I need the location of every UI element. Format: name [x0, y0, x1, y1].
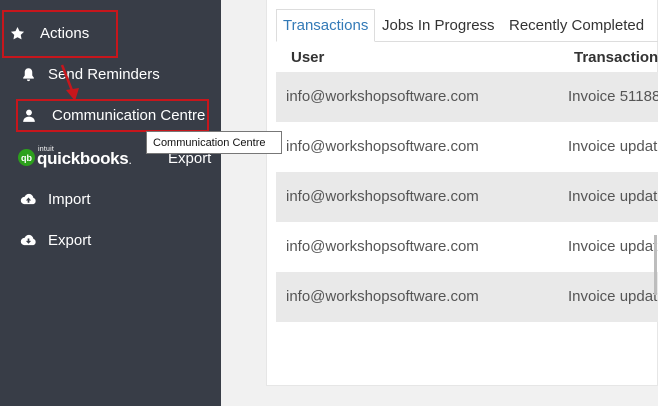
cell-user: info@workshopsoftware.com [286, 288, 479, 305]
cell-user: info@workshopsoftware.com [286, 238, 479, 255]
quickbooks-logo-icon: qb [18, 149, 35, 166]
cell-transaction: Invoice updat [568, 288, 658, 305]
cloud-download-icon [19, 231, 37, 249]
sidebar-item-label: Import [48, 190, 91, 208]
sidebar: Actions Send Reminders Communication Cen… [0, 0, 221, 406]
column-header-transaction[interactable]: Transaction [574, 49, 658, 66]
tab-transactions[interactable]: Transactions [276, 9, 376, 42]
table-row[interactable]: info@workshopsoftware.com Invoice updat [276, 272, 658, 322]
cloud-upload-icon [19, 190, 37, 208]
table-scrollbar[interactable] [654, 235, 657, 295]
column-header-user[interactable]: User [291, 49, 324, 66]
cell-user: info@workshopsoftware.com [286, 188, 479, 205]
tab-jobs-in-progress[interactable]: Jobs In Progress [382, 9, 495, 42]
cell-transaction: Invoice updat [568, 188, 658, 205]
cell-transaction: Invoice updat [568, 138, 658, 155]
sidebar-item-label: Export [48, 231, 92, 249]
table-row[interactable]: info@workshopsoftware.com Invoice updat [276, 122, 658, 172]
annotation-arrow-icon [60, 64, 79, 101]
transactions-table: User Transaction info@workshopsoftware.c… [276, 42, 658, 322]
cell-transaction: Invoice 51188 [568, 88, 658, 105]
sidebar-item-send-reminders[interactable]: Send Reminders [0, 57, 221, 91]
cell-user: info@workshopsoftware.com [286, 138, 479, 155]
cell-user: info@workshopsoftware.com [286, 88, 479, 105]
table-row[interactable]: info@workshopsoftware.com Invoice 51188 [276, 72, 658, 122]
tooltip: Communication Centre [146, 131, 282, 154]
communication-centre-highlight-box [16, 99, 209, 132]
tab-recently-completed[interactable]: Recently Completed [509, 9, 644, 42]
actions-highlight-box [2, 10, 118, 58]
tab-bar: Transactions Jobs In Progress Recently C… [276, 9, 658, 42]
bell-icon [19, 65, 37, 83]
table-row[interactable]: info@workshopsoftware.com Invoice updat [276, 172, 658, 222]
table-row[interactable]: info@workshopsoftware.com Invoice updat [276, 222, 658, 272]
sidebar-item-import[interactable]: Import [0, 182, 221, 216]
sidebar-item-export[interactable]: Export [0, 223, 221, 257]
table-header: User Transaction [276, 42, 658, 72]
quickbooks-brand: quickbooks. [37, 149, 132, 168]
cell-transaction: Invoice updat [568, 238, 658, 255]
